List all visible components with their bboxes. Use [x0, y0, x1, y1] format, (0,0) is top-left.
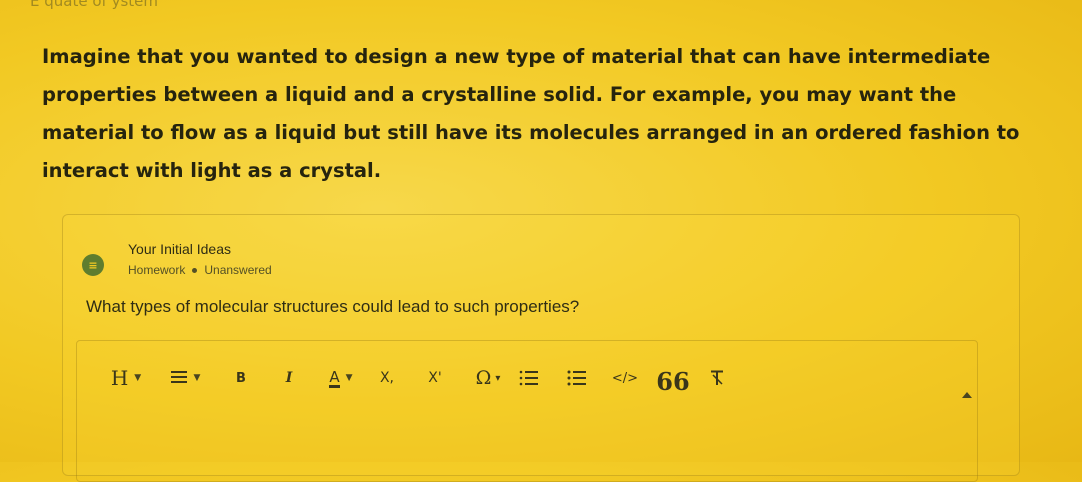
assignment-type: Homework — [128, 263, 186, 277]
quote-button[interactable]: 66 — [656, 362, 689, 394]
superscript-button[interactable]: X' — [420, 370, 450, 386]
question-text: What types of molecular structures could… — [86, 297, 580, 316]
special-char-dropdown[interactable]: Ω ▾ — [468, 367, 508, 389]
heading-label: H — [110, 366, 129, 390]
assignment-status: Unanswered — [204, 263, 272, 277]
bullet-list-icon — [567, 370, 586, 386]
answer-editor[interactable] — [76, 340, 978, 482]
intro-paragraph: Imagine that you wanted to design a new … — [42, 45, 1020, 182]
align-icon — [170, 371, 187, 383]
numbered-list-icon — [519, 370, 538, 386]
bullet-list-button[interactable] — [562, 370, 592, 386]
separator-dot — [192, 267, 198, 273]
chevron-down-icon: ▼ — [134, 373, 142, 383]
assignment-title[interactable]: Your Initial Ideas — [128, 241, 231, 257]
chevron-down-icon: ▼ — [193, 373, 201, 383]
scroll-up-icon[interactable] — [962, 392, 972, 398]
clear-format-icon — [711, 370, 723, 385]
omega-icon: Ω — [475, 367, 492, 389]
clipped-heading: E quate of ystem — [30, 0, 158, 10]
subscript-button[interactable]: X, — [372, 370, 402, 386]
editor-toolbar: H ▼ ▼ B I A ▼ X, X' Ω ▾ </> 66 — [104, 362, 732, 394]
font-color-label: A — [329, 367, 340, 388]
font-color-dropdown[interactable]: A ▼ — [320, 369, 362, 388]
heading-dropdown[interactable]: H ▼ — [104, 366, 148, 390]
align-dropdown[interactable]: ▼ — [162, 370, 208, 386]
numbered-list-button[interactable] — [514, 370, 544, 386]
clear-format-button[interactable] — [702, 370, 732, 386]
assignment-meta: Homework Unanswered — [128, 263, 272, 277]
code-button[interactable]: </> — [610, 371, 640, 386]
bold-button[interactable]: B — [226, 371, 256, 386]
chevron-down-icon: ▾ — [495, 372, 501, 384]
italic-button[interactable]: I — [274, 370, 304, 386]
list-icon: ≡ — [82, 254, 104, 276]
chevron-down-icon: ▼ — [345, 373, 353, 383]
